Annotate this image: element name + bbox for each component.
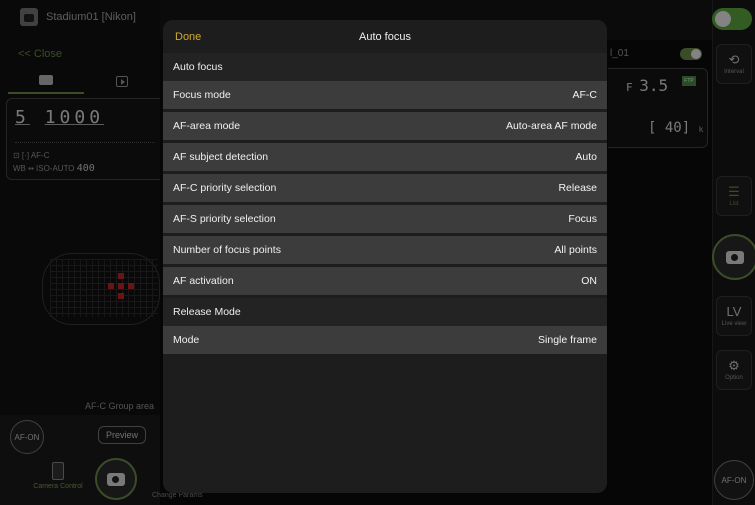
setting-value: Single frame (538, 334, 597, 346)
setting-label: AF activation (173, 275, 234, 287)
section-release-mode: Release Mode (163, 298, 607, 326)
setting-value: Auto (575, 151, 597, 163)
setting-row-af-area-mode[interactable]: AF-area mode Auto-area AF mode (163, 112, 607, 140)
setting-label: Focus mode (173, 89, 231, 101)
setting-row-af-c-priority[interactable]: AF-C priority selection Release (163, 174, 607, 202)
dialog-header: Done Auto focus (163, 20, 607, 53)
setting-label: AF-area mode (173, 120, 241, 132)
setting-row-focus-mode[interactable]: Focus mode AF-C (163, 81, 607, 109)
setting-label: AF subject detection (173, 151, 269, 163)
setting-value: Focus (568, 213, 597, 225)
setting-row-af-subject-detection[interactable]: AF subject detection Auto (163, 143, 607, 171)
auto-focus-dialog: Done Auto focus Auto focus Focus mode AF… (163, 20, 607, 493)
setting-row-number-of-focus-points[interactable]: Number of focus points All points (163, 236, 607, 264)
setting-value: All points (554, 244, 597, 256)
setting-label: AF-S priority selection (173, 213, 276, 225)
setting-row-af-s-priority[interactable]: AF-S priority selection Focus (163, 205, 607, 233)
setting-label: AF-C priority selection (173, 182, 277, 194)
setting-label: Number of focus points (173, 244, 281, 256)
setting-value: AF-C (572, 89, 598, 101)
dialog-title: Auto focus (359, 31, 411, 43)
setting-value: ON (581, 275, 597, 287)
setting-value: Auto-area AF mode (505, 120, 597, 132)
setting-value: Release (558, 182, 597, 194)
setting-row-af-activation[interactable]: AF activation ON (163, 267, 607, 295)
section-auto-focus: Auto focus (163, 53, 607, 81)
setting-label: Mode (173, 334, 200, 346)
setting-row-mode[interactable]: Mode Single frame (163, 326, 607, 354)
